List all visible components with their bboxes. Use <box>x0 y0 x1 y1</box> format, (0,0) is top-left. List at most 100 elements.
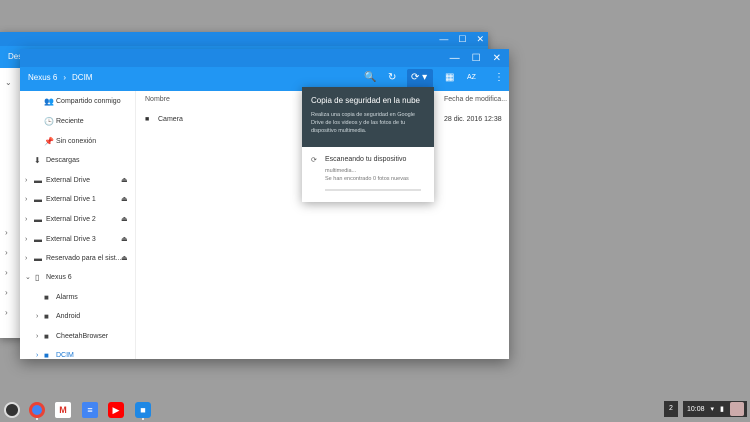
sidebar-item-downloads[interactable]: ⬇ Descargas <box>20 152 136 168</box>
minimize-icon[interactable]: — <box>450 53 460 64</box>
sidebar-item-label: Sin conexión <box>56 137 97 145</box>
popup-header: Copia de seguridad en la nube Realiza un… <box>302 87 434 147</box>
eject-icon[interactable]: ⏏ <box>121 254 128 262</box>
column-header-name[interactable]: Nombre <box>145 96 170 103</box>
sidebar-item-label: External Drive 3 <box>46 235 96 243</box>
drive-icon: ▬ <box>34 175 42 185</box>
chevron-right-icon: › <box>5 228 8 237</box>
docs-icon[interactable]: ≡ <box>82 402 98 418</box>
window-toolbar: Nexus 6 › DCIM 🔍 ↻ ⟳ ▾ ▦ AZ ⋮ <box>20 67 509 91</box>
status-tray[interactable]: 10:08 ▾ ▮ <box>683 401 747 417</box>
phone-icon: ▯ <box>35 272 40 282</box>
sync-icon: ⟳ <box>311 157 317 164</box>
sidebar-item-android[interactable]: › ■ Android <box>20 308 136 324</box>
clock-icon: 🕒 <box>44 116 54 126</box>
launcher-icon[interactable] <box>4 402 20 418</box>
file-name: Camera <box>158 116 183 123</box>
scan-status-sub-2: Se han encontrado 0 fotos nuevas <box>325 176 409 182</box>
sidebar-item-external-drive-2[interactable]: › ▬ External Drive 2 ⏏ <box>20 211 136 227</box>
sidebar-item-label: Nexus 6 <box>46 273 72 281</box>
shelf: M ≡ ▶ ■ <box>0 398 750 422</box>
chevron-down-icon[interactable]: ⌄ <box>25 273 31 281</box>
maximize-icon[interactable]: ☐ <box>458 34 466 45</box>
search-icon[interactable]: 🔍 <box>364 72 376 83</box>
chevron-right-icon[interactable]: › <box>25 196 27 203</box>
scan-status-label: Escaneando tu dispositivo <box>325 156 407 163</box>
eject-icon[interactable]: ⏏ <box>121 176 128 184</box>
pin-icon: 📌 <box>44 136 54 146</box>
sidebar-item-label: External Drive 2 <box>46 215 96 223</box>
chrome-icon[interactable] <box>29 402 45 418</box>
breadcrumb-dcim[interactable]: DCIM <box>72 73 92 82</box>
drive-icon: ▬ <box>34 194 42 204</box>
gmail-icon[interactable]: M <box>55 402 71 418</box>
sidebar: 👥 Compartido conmigo 🕒 Reciente 📌 Sin co… <box>20 91 136 359</box>
chevron-right-icon[interactable]: › <box>25 177 27 184</box>
download-icon: ⬇ <box>34 155 41 165</box>
chevron-right-icon[interactable]: › <box>36 313 38 320</box>
close-icon[interactable]: ✕ <box>493 53 501 64</box>
scan-status-sub: multimedia... Se han encontrado 0 fotos … <box>311 167 425 183</box>
refresh-icon[interactable]: ↻ <box>388 72 396 83</box>
sidebar-item-external-drive[interactable]: › ▬ External Drive ⏏ <box>20 172 136 188</box>
sidebar-item-label: Reciente <box>56 117 84 125</box>
chevron-right-icon[interactable]: › <box>25 255 27 262</box>
grid-view-icon[interactable]: ▦ <box>445 72 454 83</box>
breadcrumb-nexus6[interactable]: Nexus 6 <box>28 73 57 82</box>
sidebar-item-label: Descargas <box>46 156 80 164</box>
scan-status-sub-1: multimedia... <box>325 168 357 174</box>
notification-badge[interactable]: 2 <box>664 401 678 417</box>
drive-icon: ▬ <box>34 253 42 263</box>
scan-progress-bar <box>325 189 421 191</box>
files-icon[interactable]: ■ <box>135 402 151 418</box>
youtube-icon[interactable]: ▶ <box>108 402 124 418</box>
battery-icon: ▮ <box>720 406 724 413</box>
sidebar-item-shared[interactable]: 👥 Compartido conmigo <box>20 93 136 109</box>
files-app-window[interactable]: — ☐ ✕ Nexus 6 › DCIM 🔍 ↻ ⟳ ▾ ▦ AZ ⋮ 👥 Co… <box>20 49 509 359</box>
eject-icon[interactable]: ⏏ <box>121 195 128 203</box>
sidebar-item-label: CheetahBrowser <box>56 332 109 340</box>
eject-icon[interactable]: ⏏ <box>121 235 128 243</box>
chevron-right-icon: › <box>5 268 8 277</box>
sidebar-item-recent[interactable]: 🕒 Reciente <box>20 113 136 129</box>
running-indicator <box>36 418 38 420</box>
chevron-right-icon: › <box>5 308 8 317</box>
chevron-down-icon: ⌄ <box>5 78 12 87</box>
more-options-icon[interactable]: ⋮ <box>494 72 504 83</box>
chevron-right-icon: › <box>5 248 8 257</box>
chevron-right-icon[interactable]: › <box>25 236 27 243</box>
sort-icon[interactable]: AZ <box>467 74 476 81</box>
running-indicator <box>142 418 144 420</box>
sidebar-item-nexus6[interactable]: ⌄ ▯ Nexus 6 <box>20 269 136 285</box>
chevron-right-icon[interactable]: › <box>25 216 27 223</box>
breadcrumb: Nexus 6 › DCIM <box>28 73 92 82</box>
sidebar-item-external-drive-1[interactable]: › ▬ External Drive 1 ⏏ <box>20 191 136 207</box>
sidebar-item-dcim[interactable]: › ■ DCIM <box>20 347 136 360</box>
chevron-right-icon[interactable]: › <box>36 352 38 359</box>
drive-icon: ▬ <box>34 214 42 224</box>
sidebar-item-cheetahbrowser[interactable]: › ■ CheetahBrowser <box>20 328 136 344</box>
maximize-icon[interactable]: ☐ <box>472 53 481 64</box>
popup-description: Realiza una copia de seguridad en Google… <box>311 112 415 134</box>
popup-title: Copia de seguridad en la nube <box>311 96 420 105</box>
minimize-icon[interactable]: — <box>439 34 448 44</box>
sidebar-item-label: Reservado para el sist... <box>46 254 122 262</box>
sidebar-item-offline[interactable]: 📌 Sin conexión <box>20 133 136 149</box>
sidebar-item-reserved[interactable]: › ▬ Reservado para el sist... ⏏ <box>20 250 136 266</box>
chevron-right-icon[interactable]: › <box>36 333 38 340</box>
sync-icon[interactable]: ⟳ ▾ <box>411 72 427 83</box>
file-date: 28 dic. 2016 12:38 <box>444 116 502 123</box>
column-header-date[interactable]: Fecha de modifica... <box>444 96 507 103</box>
close-icon[interactable]: ✕ <box>476 34 484 45</box>
eject-icon[interactable]: ⏏ <box>121 215 128 223</box>
sidebar-item-alarms[interactable]: ■ Alarms <box>20 289 136 305</box>
chevron-right-icon: › <box>5 288 8 297</box>
sidebar-item-label: DCIM <box>56 351 74 359</box>
sidebar-item-label: External Drive <box>46 176 90 184</box>
folder-icon: ■ <box>145 116 150 123</box>
sidebar-item-label: External Drive 1 <box>46 195 96 203</box>
sidebar-item-external-drive-3[interactable]: › ▬ External Drive 3 ⏏ <box>20 231 136 247</box>
wifi-icon: ▾ <box>710 406 715 413</box>
drive-icon: ▬ <box>34 234 42 244</box>
folder-icon: ■ <box>44 350 49 360</box>
